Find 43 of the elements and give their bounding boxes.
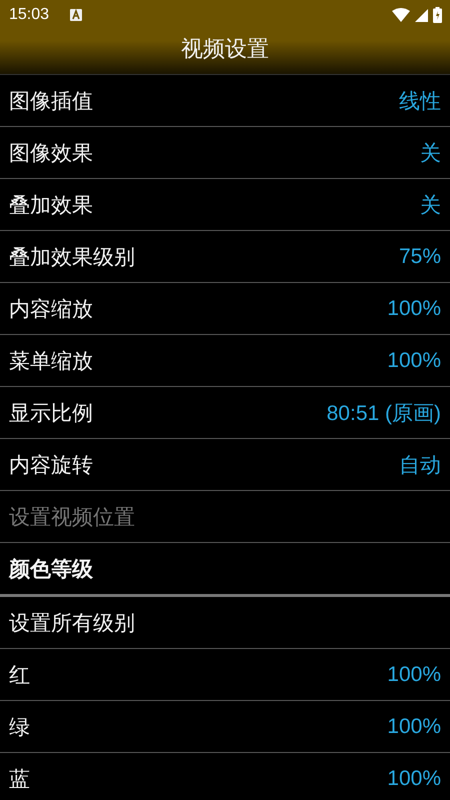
setting-value: 自动 [399, 452, 441, 478]
settings-row[interactable]: 绿 100% [0, 701, 450, 753]
setting-label: 设置视频位置 [9, 504, 135, 530]
setting-label: 叠加效果级别 [9, 244, 135, 270]
settings-row[interactable]: 红 100% [0, 649, 450, 701]
setting-label: 红 [9, 662, 30, 688]
setting-value: 75% [398, 244, 441, 268]
settings-row[interactable]: 叠加效果 关 [0, 179, 450, 231]
setting-label: 显示比例 [9, 400, 93, 426]
settings-row[interactable]: 设置所有级别 [0, 597, 450, 649]
setting-label: 设置所有级别 [9, 610, 135, 636]
screen-title: 视频设置 [180, 36, 270, 64]
signal-icon [415, 8, 428, 22]
settings-row[interactable]: 图像效果 关 [0, 127, 450, 179]
battery-icon [433, 7, 442, 23]
settings-row[interactable]: 蓝 100% [0, 753, 450, 800]
setting-label: 绿 [9, 714, 30, 740]
wifi-icon [392, 8, 410, 22]
settings-row[interactable]: 图像插值 线性 [0, 75, 450, 127]
setting-label: 颜色等级 [9, 556, 93, 582]
setting-value: 100% [387, 662, 441, 686]
setting-value: 100% [387, 766, 441, 790]
setting-label: 图像插值 [9, 88, 93, 114]
settings-row[interactable]: 内容缩放 100% [0, 283, 450, 335]
setting-value: 线性 [399, 88, 441, 114]
setting-label: 叠加效果 [9, 192, 93, 218]
setting-value: 100% [387, 714, 441, 738]
setting-label: 蓝 [9, 766, 30, 792]
setting-value: 100% [387, 348, 441, 372]
setting-value: 关 [420, 192, 441, 218]
status-time: 15:03 [9, 6, 50, 24]
settings-row[interactable]: 菜单缩放 100% [0, 335, 450, 387]
settings-row[interactable]: 显示比例 80:51 (原画) [0, 387, 450, 439]
setting-label: 图像效果 [9, 140, 93, 166]
setting-label: 菜单缩放 [9, 348, 93, 374]
setting-label: 内容旋转 [9, 452, 93, 478]
setting-label: 内容缩放 [9, 296, 93, 322]
setting-value: 80:51 (原画) [326, 400, 441, 426]
settings-row[interactable]: 叠加效果级别 75% [0, 231, 450, 283]
notification-icon [70, 9, 82, 21]
setting-value: 关 [420, 140, 441, 166]
setting-value: 100% [387, 296, 441, 320]
settings-row[interactable]: 内容旋转 自动 [0, 439, 450, 491]
